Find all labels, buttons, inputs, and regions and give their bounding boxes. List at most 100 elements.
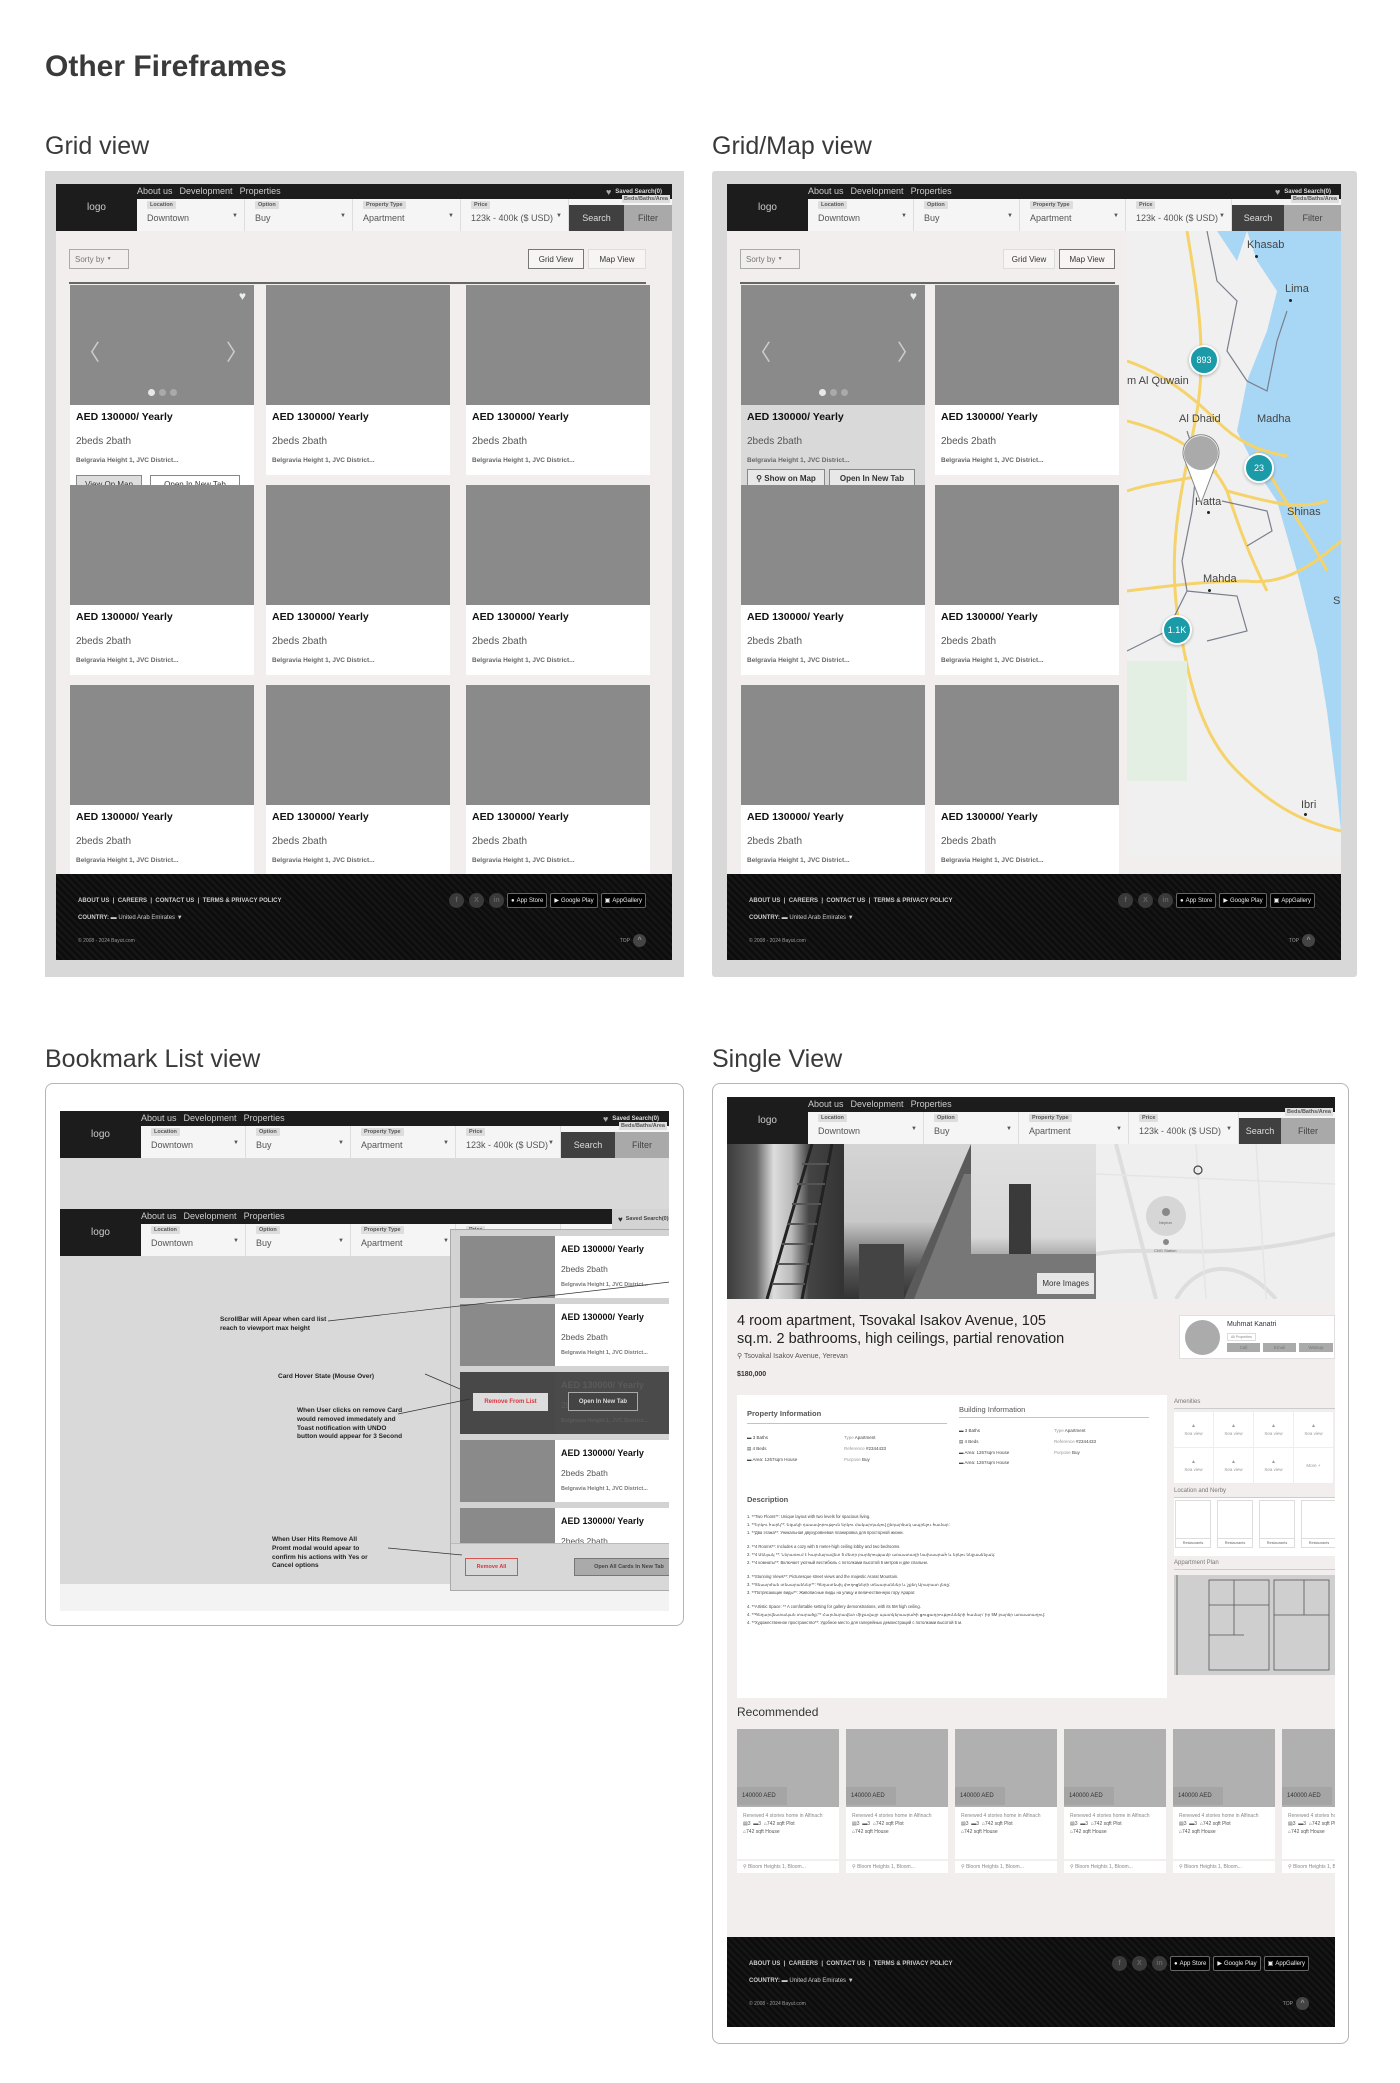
search-field-price[interactable]: Price 123k - 400k ($ USD) ▼ (1129, 1112, 1239, 1144)
search-field-location[interactable]: Location Downtown ▼ (808, 199, 914, 231)
listing-card[interactable]: AED 130000/ Yearly 2beds 2bath Belgravia… (70, 685, 254, 875)
search-field-price[interactable]: Price 123k - 400k ($ USD) ▼ (1126, 199, 1232, 231)
listing-card[interactable]: AED 130000/ Yearly 2beds 2bath Belgravia… (266, 485, 450, 675)
listing-card[interactable]: AED 130000/ Yearly 2beds 2bath Belgravia… (935, 685, 1119, 875)
gallery-photo[interactable] (727, 1144, 844, 1299)
footer-link[interactable]: ABOUT US (749, 1961, 780, 1967)
dot[interactable] (169, 389, 177, 396)
social-X-icon[interactable]: X (469, 893, 484, 908)
dot[interactable] (818, 389, 826, 396)
social-f-icon[interactable]: f (449, 893, 464, 908)
social-f-icon[interactable]: f (1112, 1956, 1127, 1971)
search-button[interactable]: Search (569, 205, 624, 231)
nearby-category[interactable]: Restaurants (1217, 1500, 1253, 1548)
country-selector[interactable]: COUNTRY: ▬ United Arab Emirates ▼ (749, 1978, 854, 1984)
store-badge[interactable]: ▶ Google Play (1213, 1956, 1261, 1971)
nav-about-us[interactable]: About us (808, 186, 844, 196)
logo[interactable]: logo (56, 184, 137, 231)
recommended-card[interactable]: 140000 AED Renewed 4 stories home in Alf… (737, 1729, 839, 1875)
social-in-icon[interactable]: in (489, 893, 504, 908)
social-f-icon[interactable]: f (1118, 893, 1133, 908)
nearby-category[interactable]: Restaurants (1259, 1500, 1295, 1548)
back-to-top[interactable]: TOP ^ (1289, 934, 1315, 947)
dot[interactable] (840, 389, 848, 396)
search-field-option[interactable]: Option Buy ▼ (914, 199, 1020, 231)
search-field-location[interactable]: Location Downtown ▼ (808, 1112, 924, 1144)
recommended-card[interactable]: 140000 AED Renewed 4 stories home in Alf… (846, 1729, 948, 1875)
dot[interactable] (158, 389, 166, 396)
nav-development[interactable]: Development (851, 186, 904, 196)
map-view-button[interactable]: Map View (1059, 249, 1115, 269)
gallery-photo[interactable] (844, 1144, 971, 1299)
country-selector[interactable]: COUNTRY: ▬ United Arab Emirates ▼ (78, 915, 183, 921)
nav-about-us[interactable]: About us (808, 1099, 844, 1109)
recommended-card[interactable]: 140000 AED Renewed 4 stories home in Alf… (1173, 1729, 1275, 1875)
chevron-right-icon[interactable]: 〉 (897, 335, 919, 367)
footer-link[interactable]: ABOUT US (78, 898, 109, 904)
search-field-property-type[interactable]: Property Type Apartment ▼ (353, 199, 461, 231)
sort-dropdown[interactable]: Sorty by ▼ (69, 249, 129, 269)
store-badge[interactable]: ▣ AppGallery (600, 893, 646, 908)
back-to-top[interactable]: TOP ^ (1283, 1997, 1309, 2010)
favorite-heart-icon[interactable]: ♥ (910, 289, 917, 303)
listing-card[interactable]: AED 130000/ Yearly 2beds 2bath Belgravia… (935, 285, 1119, 475)
map-cluster-marker[interactable]: 1.1K (1162, 615, 1192, 645)
listing-card[interactable]: AED 130000/ Yearly 2beds 2bath Belgravia… (70, 285, 254, 503)
search-field-option[interactable]: Option Buy ▼ (245, 199, 353, 231)
sort-dropdown[interactable]: Sorty by ▼ (740, 249, 800, 269)
nav-about-us[interactable]: About us (137, 186, 173, 196)
search-field-property-type[interactable]: Property Type Apartment ▼ (1019, 1112, 1129, 1144)
store-badge[interactable]: ● App Store (1170, 1956, 1211, 1971)
social-in-icon[interactable]: in (1152, 1956, 1167, 1971)
search-field-location[interactable]: Location Downtown ▼ (137, 199, 245, 231)
nearby-category[interactable]: Restaurants (1175, 1500, 1211, 1548)
listing-card[interactable]: AED 130000/ Yearly 2beds 2bath Belgravia… (466, 485, 650, 675)
filter-button[interactable]: Filter Beds/Baths/Area (621, 195, 672, 231)
footer-link[interactable]: CAREERS (118, 898, 147, 904)
more-images-button[interactable]: More Images (1037, 1273, 1094, 1294)
footer-link[interactable]: TERMS & PRIVACY POLICY (874, 898, 953, 904)
store-badge[interactable]: ● App Store (507, 893, 548, 908)
grid-view-button[interactable]: Grid View (528, 249, 584, 269)
location-map[interactable]: Neptun CNG Station (1096, 1144, 1335, 1299)
logo[interactable]: logo (727, 1097, 808, 1144)
store-badge[interactable]: ▣ AppGallery (1269, 893, 1315, 908)
footer-link[interactable]: ABOUT US (749, 898, 780, 904)
store-badge[interactable]: ▶ Google Play (1219, 893, 1267, 908)
footer-link[interactable]: TERMS & PRIVACY POLICY (203, 898, 282, 904)
map-cluster-marker[interactable]: 23 (1244, 453, 1274, 483)
search-button[interactable]: Search (1232, 205, 1284, 231)
chevron-left-icon[interactable]: 〈 (749, 335, 771, 367)
nav-development[interactable]: Development (180, 186, 233, 196)
nearby-category[interactable]: Restaurants (1301, 1500, 1335, 1548)
recommended-card[interactable]: 140000 AED Renewed 4 stories home in Alf… (1282, 1729, 1335, 1875)
map-cluster-marker[interactable]: 893 (1189, 345, 1219, 375)
country-selector[interactable]: COUNTRY: ▬ United Arab Emirates ▼ (749, 915, 854, 921)
listing-card[interactable]: AED 130000/ Yearly 2beds 2bath Belgravia… (266, 285, 450, 475)
search-button[interactable]: Search (1239, 1118, 1281, 1144)
call-button[interactable]: Call (1227, 1343, 1260, 1352)
all-properties-button[interactable]: All Properties (1227, 1333, 1256, 1341)
social-in-icon[interactable]: in (1158, 893, 1173, 908)
footer-link[interactable]: CONTACT US (826, 1961, 865, 1967)
footer-link[interactable]: CAREERS (789, 898, 818, 904)
dot[interactable] (147, 389, 155, 396)
social-X-icon[interactable]: X (1132, 1956, 1147, 1971)
search-field-property-type[interactable]: Property Type Apartment ▼ (1020, 199, 1126, 231)
grid-view-button[interactable]: Grid View (1003, 249, 1055, 269)
whatsapp-button[interactable]: Watsup (1299, 1343, 1333, 1352)
dot[interactable] (829, 389, 837, 396)
nav-properties[interactable]: Properties (240, 186, 281, 196)
back-to-top[interactable]: TOP ^ (620, 934, 646, 947)
filter-button[interactable]: Filter Beds/Baths/Area (1284, 195, 1341, 231)
listing-card[interactable]: AED 130000/ Yearly 2beds 2bath Belgravia… (741, 485, 925, 675)
nav-development[interactable]: Development (851, 1099, 904, 1109)
footer-link[interactable]: CAREERS (789, 1961, 818, 1967)
listing-card[interactable]: AED 130000/ Yearly 2beds 2bath Belgravia… (935, 485, 1119, 675)
amenities-more-button[interactable]: More + (1294, 1448, 1334, 1484)
map-panel[interactable]: Khasab Lima m Al Quwain Al Dhaid Madha H… (1127, 231, 1341, 857)
search-field-price[interactable]: Price 123k - 400k ($ USD) ▼ (461, 199, 569, 231)
chevron-right-icon[interactable]: 〉 (226, 335, 248, 367)
recommended-card[interactable]: 140000 AED Renewed 4 stories home in Alf… (955, 1729, 1057, 1875)
map-view-button[interactable]: Map View (588, 249, 646, 269)
